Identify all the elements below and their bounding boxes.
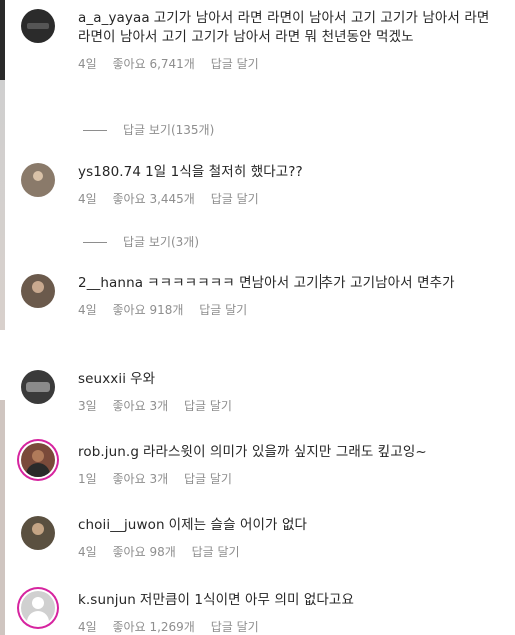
comment-meta: 4일 좋아요 3,445개 답글 달기 bbox=[78, 190, 503, 206]
comment-time: 1일 bbox=[78, 472, 97, 486]
comment-text: rob.jun.g 라라스윗이 의미가 있을까 싶지만 그래도 킾고잉~ bbox=[78, 443, 503, 462]
avatar[interactable] bbox=[21, 274, 55, 308]
comment-text: a_a_yayaa 고기가 남아서 라면 라면이 남아서 고기 고기가 남아서 라… bbox=[78, 9, 503, 47]
view-replies-button[interactable]: 답글 보기(3개) bbox=[83, 233, 199, 250]
comment-username[interactable]: rob.jun.g bbox=[78, 444, 139, 460]
comment-time: 4일 bbox=[78, 192, 97, 206]
comment-body: 이제는 슬슬 어이가 없다 bbox=[168, 517, 307, 533]
comment-time: 4일 bbox=[78, 620, 97, 634]
left-edge-strip bbox=[0, 0, 5, 635]
reply-button[interactable]: 답글 달기 bbox=[184, 472, 232, 486]
divider-line bbox=[83, 242, 107, 243]
divider-line bbox=[83, 130, 107, 131]
view-replies-label: 답글 보기(3개) bbox=[123, 235, 200, 249]
comment-username[interactable]: ys180.74 bbox=[78, 164, 141, 180]
comment-text: ys180.74 1일 1식을 철저히 했다고?? bbox=[78, 163, 503, 182]
comment-text: 2__hanna ㅋㅋㅋㅋㅋㅋㅋ 면남아서 고기 추가 고기남아서 면추가 bbox=[78, 274, 503, 293]
comment-meta: 4일 좋아요 918개 답글 달기 bbox=[78, 301, 503, 317]
comment-likes[interactable]: 좋아요 3개 bbox=[113, 399, 169, 413]
comment-time: 4일 bbox=[78, 57, 97, 71]
reply-button[interactable]: 답글 달기 bbox=[184, 399, 232, 413]
comment-username[interactable]: k.sunjun bbox=[78, 592, 136, 608]
view-replies-button[interactable]: 답글 보기(135개) bbox=[83, 121, 214, 138]
comment-text: seuxxii 우와 bbox=[78, 370, 503, 389]
comment-meta: 4일 좋아요 6,741개 답글 달기 bbox=[78, 55, 503, 71]
comment-body-after: 추가 고기남아서 면추가 bbox=[320, 275, 455, 291]
comment-likes[interactable]: 좋아요 6,741개 bbox=[113, 57, 195, 71]
comment-time: 3일 bbox=[78, 399, 97, 413]
comment-meta: 4일 좋아요 1,269개 답글 달기 bbox=[78, 618, 503, 634]
avatar[interactable] bbox=[21, 443, 55, 477]
comment-username[interactable]: a_a_yayaa bbox=[78, 10, 150, 26]
reply-button[interactable]: 답글 달기 bbox=[192, 545, 240, 559]
comment-time: 4일 bbox=[78, 303, 97, 317]
avatar[interactable] bbox=[21, 370, 55, 404]
comment-body: 1일 1식을 철저히 했다고?? bbox=[145, 164, 303, 180]
comment-body: 우와 bbox=[130, 371, 156, 387]
comment-likes[interactable]: 좋아요 918개 bbox=[113, 303, 184, 317]
comment-meta: 3일 좋아요 3개 답글 달기 bbox=[78, 397, 503, 413]
default-user-icon bbox=[32, 597, 44, 609]
comment-text: k.sunjun 저만큼이 1식이면 아무 의미 없다고요 bbox=[78, 591, 503, 610]
comment-body: 라라스윗이 의미가 있을까 싶지만 그래도 킾고잉~ bbox=[143, 444, 427, 460]
avatar[interactable] bbox=[21, 163, 55, 197]
comment-body: 저만큼이 1식이면 아무 의미 없다고요 bbox=[139, 592, 354, 608]
comment-likes[interactable]: 좋아요 3,445개 bbox=[113, 192, 195, 206]
comment-likes[interactable]: 좋아요 98개 bbox=[113, 545, 176, 559]
reply-button[interactable]: 답글 달기 bbox=[199, 303, 247, 317]
avatar[interactable] bbox=[21, 9, 55, 43]
comment-username[interactable]: choii__juwon bbox=[78, 517, 165, 533]
comment-username[interactable]: seuxxii bbox=[78, 371, 126, 387]
comment-time: 4일 bbox=[78, 545, 97, 559]
avatar[interactable] bbox=[21, 516, 55, 550]
reply-button[interactable]: 답글 달기 bbox=[211, 620, 259, 634]
reply-button[interactable]: 답글 달기 bbox=[211, 192, 259, 206]
comment-likes[interactable]: 좋아요 1,269개 bbox=[113, 620, 195, 634]
comment-meta: 1일 좋아요 3개 답글 달기 bbox=[78, 470, 503, 486]
comment-text: choii__juwon 이제는 슬슬 어이가 없다 bbox=[78, 516, 503, 535]
comment-username[interactable]: 2__hanna bbox=[78, 275, 143, 291]
reply-button[interactable]: 답글 달기 bbox=[211, 57, 259, 71]
avatar[interactable] bbox=[21, 591, 55, 625]
view-replies-label: 답글 보기(135개) bbox=[123, 123, 215, 137]
comment-meta: 4일 좋아요 98개 답글 달기 bbox=[78, 543, 503, 559]
comment-body-before: ㅋㅋㅋㅋㅋㅋㅋ 면남아서 고기 bbox=[147, 275, 319, 291]
comment-likes[interactable]: 좋아요 3개 bbox=[113, 472, 169, 486]
